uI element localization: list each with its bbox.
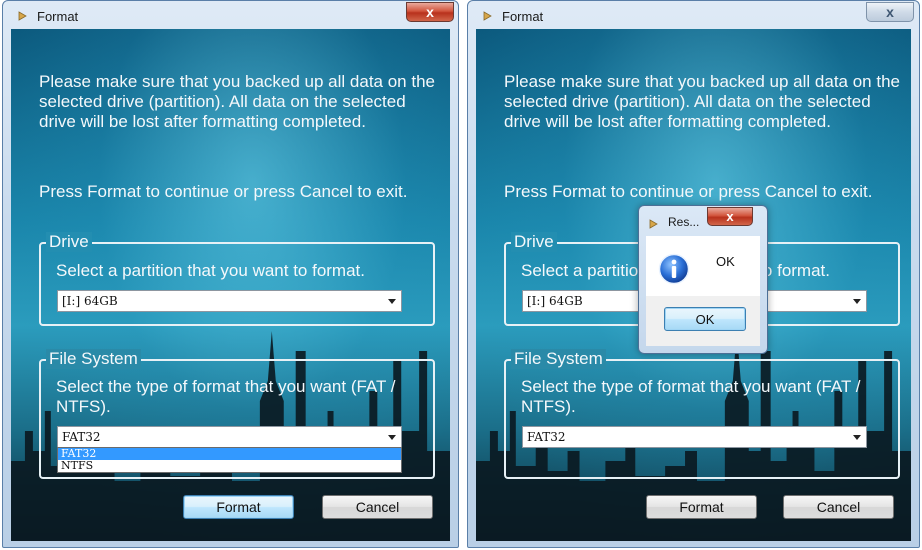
- app-icon: [649, 219, 658, 229]
- drive-select[interactable]: [I:] 64GB: [57, 290, 402, 312]
- cancel-button[interactable]: Cancel: [783, 495, 894, 519]
- message-text: OK: [716, 254, 735, 269]
- result-message-box: Res... x OK OK: [638, 205, 768, 354]
- dropdown-option-fat32[interactable]: FAT32: [58, 448, 401, 460]
- drive-select-value: [I:] 64GB: [527, 294, 583, 308]
- chevron-down-icon[interactable]: [388, 299, 396, 304]
- drive-select-value: [I:] 64GB: [62, 294, 118, 308]
- message-box-body: OK: [646, 236, 760, 296]
- close-button[interactable]: x: [866, 2, 914, 22]
- titlebar[interactable]: Format x: [468, 1, 919, 29]
- window-title: Format: [502, 9, 544, 24]
- drive-description: Select a partition that you want to form…: [56, 261, 365, 280]
- titlebar[interactable]: Format x: [3, 1, 458, 29]
- warning-message: Please make sure that you backed up all …: [504, 72, 900, 131]
- file-system-description: Select the type of format that you want …: [521, 377, 861, 416]
- drive-group-label: Drive: [511, 232, 557, 252]
- cancel-button[interactable]: Cancel: [322, 495, 433, 519]
- format-button[interactable]: Format: [183, 495, 294, 519]
- drive-group: Drive Select a partition that you want t…: [39, 232, 435, 326]
- chevron-down-icon[interactable]: [853, 299, 861, 304]
- file-system-description: Select the type of format that you want …: [56, 377, 396, 416]
- ok-button[interactable]: OK: [664, 307, 746, 331]
- close-button[interactable]: x: [406, 2, 454, 22]
- file-system-group-label: File System: [46, 349, 141, 369]
- dropdown-option-ntfs[interactable]: NTFS: [58, 460, 401, 472]
- app-icon: [18, 11, 27, 21]
- file-system-select-value: FAT32: [62, 430, 101, 444]
- close-icon: x: [886, 4, 894, 20]
- file-system-group: File System Select the type of format th…: [504, 349, 900, 479]
- message-box-footer: OK: [646, 296, 760, 346]
- file-system-dropdown-list: FAT32 NTFS: [57, 447, 402, 473]
- chevron-down-icon[interactable]: [853, 435, 861, 440]
- format-window-left: Format x Please make sure that you backe…: [2, 0, 459, 548]
- window-title: Format: [37, 9, 79, 24]
- file-system-select[interactable]: FAT32: [522, 426, 867, 448]
- app-icon: [483, 11, 492, 21]
- close-icon: x: [426, 4, 434, 20]
- file-system-select-value: FAT32: [527, 430, 566, 444]
- chevron-down-icon[interactable]: [388, 435, 396, 440]
- file-system-select[interactable]: FAT32: [57, 426, 402, 448]
- close-button[interactable]: x: [707, 207, 753, 226]
- file-system-group-label: File System: [511, 349, 606, 369]
- format-button[interactable]: Format: [646, 495, 757, 519]
- warning-message: Please make sure that you backed up all …: [39, 72, 435, 131]
- instruction-text: Press Format to continue or press Cancel…: [504, 182, 873, 201]
- message-box-title: Res...: [668, 215, 700, 229]
- file-system-group: File System Select the type of format th…: [39, 349, 435, 479]
- dialog-body: Please make sure that you backed up all …: [11, 29, 450, 541]
- drive-group-label: Drive: [46, 232, 92, 252]
- info-icon: [658, 253, 690, 285]
- instruction-text: Press Format to continue or press Cancel…: [39, 182, 408, 201]
- close-icon: x: [726, 209, 734, 224]
